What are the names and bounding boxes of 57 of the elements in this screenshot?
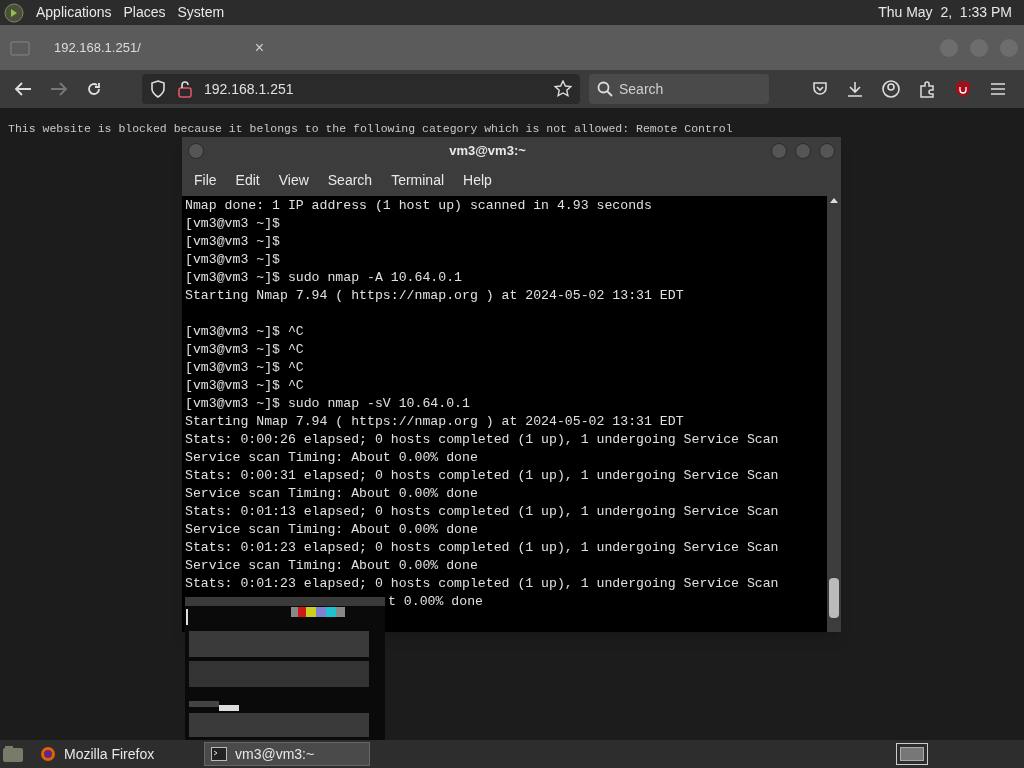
menu-item[interactable]: Help	[463, 170, 492, 191]
terminal-line: Stats: 0:00:26 elapsed; 0 hosts completed (1 up), 1 undergoing Service Scan	[185, 431, 780, 449]
back-icon[interactable]	[14, 81, 32, 97]
terminal-line: Service scan Timing: About 0.00% done	[185, 449, 479, 467]
window-title: vm3@vm3:~	[448, 142, 527, 161]
terminal-line: Starting Nmap 7.94 ( https://nmap.org ) at 2024-05-02 13:31 EDT	[185, 413, 685, 431]
menu-item[interactable]: Terminal	[391, 170, 445, 191]
scrollbar[interactable]	[827, 196, 841, 632]
globe-icon	[40, 746, 56, 762]
terminal-line: Starting Nmap 7.94 ( https://nmap.org ) at 2024-05-02 13:31 EDT	[185, 287, 685, 305]
puzzle-icon[interactable]	[919, 80, 936, 98]
menu-item[interactable]: Search	[327, 170, 373, 191]
browser-tab[interactable]: 192.168.1.251/ ×	[44, 28, 274, 67]
menu-item[interactable]: System	[177, 2, 225, 23]
taskbar-button[interactable]: vm3@vm3:~	[204, 742, 370, 766]
terminal-line: [vm3@vm3 ~]$ sudo nmap -A 10.64.0.1	[185, 269, 463, 287]
clock[interactable]: Thu May 2, 1:33 PM	[878, 2, 1020, 23]
terminal-line: Stats: 0:00:31 elapsed; 0 hosts completed (1 up), 1 undergoing Service Scan	[185, 467, 780, 485]
menu-item[interactable]: Edit	[235, 170, 260, 191]
menu-item[interactable]: Places	[123, 2, 166, 23]
search-icon	[597, 81, 613, 97]
terminal-line: Stats: 0:01:23 elapsed; 0 hosts completed (1 up), 1 undergoing Service Scan	[185, 539, 780, 557]
shield-extension-icon[interactable]	[955, 80, 971, 98]
forward-icon[interactable]	[50, 81, 68, 97]
account-icon[interactable]	[882, 80, 900, 98]
blocked-message: This website is blocked because it belongs to the following category which is not allowed: Remote Control	[7, 121, 734, 137]
address-bar[interactable]: 192.168.1.251	[142, 74, 580, 104]
terminal-line: Stats: 0:01:23 elapsed; 0 hosts completed (1 up), 1 undergoing Service Scan	[185, 575, 780, 593]
lock-icon[interactable]	[178, 80, 192, 98]
terminal-line: [vm3@vm3 ~]$ ^C	[185, 377, 305, 395]
terminal-line: Stats: 0:01:13 elapsed; 0 hosts completed (1 up), 1 undergoing Service Scan	[185, 503, 780, 521]
star-icon[interactable]	[554, 80, 572, 98]
search-field[interactable]: Search	[589, 74, 769, 104]
terminal-line: [vm3@vm3 ~]$ ^C	[185, 341, 305, 359]
menu-item[interactable]: Applications	[36, 2, 112, 23]
terminal-line: [vm3@vm3 ~]$ ^C	[185, 323, 305, 341]
shield-icon[interactable]	[150, 80, 166, 98]
terminal-line: t 0.00% done	[388, 594, 483, 609]
workspace-switcher[interactable]	[896, 743, 928, 765]
terminal-line: Service scan Timing: About 0.00% done	[185, 557, 479, 575]
download-icon[interactable]	[847, 81, 863, 97]
terminal-line: [vm3@vm3 ~]$	[185, 215, 281, 233]
show-desktop-icon[interactable]	[2, 744, 24, 764]
menu-item[interactable]: File	[194, 170, 217, 191]
close-icon[interactable]: ×	[254, 35, 264, 60]
terminal-line: Service scan Timing: About 0.00% done	[185, 485, 479, 503]
terminal-line: [vm3@vm3 ~]$ sudo nmap -sV 10.64.0.1	[185, 395, 471, 413]
terminal-line: Nmap done: 1 IP address (1 host up) scanned in 4.93 seconds	[185, 197, 653, 215]
menu-icon[interactable]	[990, 82, 1006, 96]
pocket-icon[interactable]	[812, 81, 828, 97]
terminal-line: [vm3@vm3 ~]$	[185, 233, 281, 251]
reload-icon[interactable]	[86, 81, 102, 97]
terminal-line: [vm3@vm3 ~]$	[185, 251, 281, 269]
terminal-line: Service scan Timing: About 0.00% done	[185, 521, 479, 539]
terminal-line: [vm3@vm3 ~]$ ^C	[185, 359, 305, 377]
terminal-icon	[211, 747, 227, 761]
menu-item[interactable]: View	[278, 170, 309, 191]
